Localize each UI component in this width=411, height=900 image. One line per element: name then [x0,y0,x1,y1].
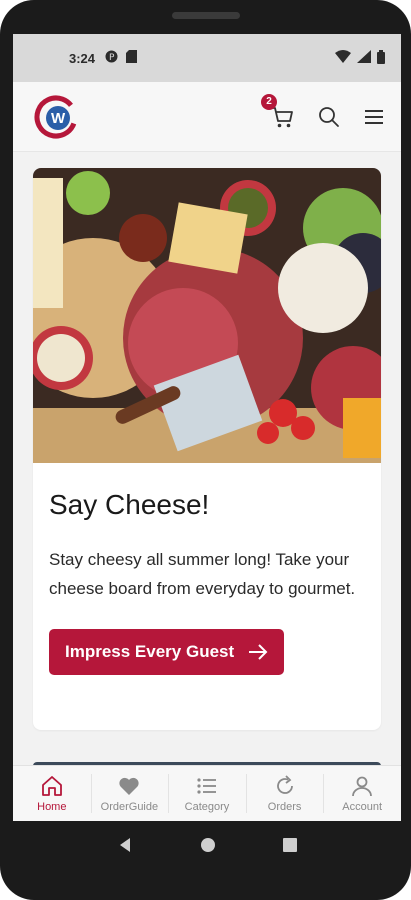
status-right-group [335,49,385,67]
screen: 3:24 P W 2 Say Cheese! Stay cheesy all s… [13,34,401,821]
promo-card-body: Say Cheese! Stay cheesy all summer long!… [33,463,381,675]
list-icon [197,778,216,794]
person-icon [352,776,373,797]
sd-card-icon [126,50,138,66]
phone-frame: 3:24 P W 2 Say Cheese! Stay cheesy all s… [0,0,411,900]
app-notification-icon: P [105,50,118,66]
app-header: W 2 [13,82,401,152]
svg-text:P: P [109,53,115,63]
recents-icon[interactable] [283,838,298,852]
header-actions: 2 [261,93,385,130]
cta-label: Impress Every Guest [65,642,235,661]
promo-description: Stay cheesy all summer long! Take your c… [49,550,356,598]
nav-orderguide-label: OrderGuide [100,801,159,813]
charcuterie-board-image [33,168,381,463]
promo-card[interactable]: Say Cheese! Stay cheesy all summer long!… [33,168,381,730]
cart-count-badge: 2 [261,93,277,110]
status-time: 3:24 [69,50,96,66]
system-navigation-bar [13,821,401,869]
nav-home[interactable]: Home [13,766,91,821]
back-icon[interactable] [117,837,133,853]
heart-icon [119,777,139,795]
nav-category-label: Category [184,801,230,813]
main-content: Say Cheese! Stay cheesy all summer long!… [13,152,401,730]
nav-category[interactable]: Category [168,766,246,821]
menu-icon[interactable] [363,106,385,128]
home-icon [41,776,62,796]
nav-orderguide[interactable]: OrderGuide [90,766,169,821]
arrow-right-icon [249,644,268,660]
home-circle-icon[interactable] [200,837,216,853]
nav-home-label: Home [37,801,67,813]
nav-orders[interactable]: Orders [245,766,324,821]
cart-button[interactable]: 2 [261,93,295,130]
phone-speaker [172,12,240,19]
brand-logo[interactable]: W [33,94,79,140]
status-bar: 3:24 P [13,34,401,82]
svg-text:W: W [51,110,66,127]
battery-icon [377,49,385,67]
refresh-icon [276,775,293,794]
nav-account[interactable]: Account [323,766,401,821]
signal-icon [357,50,371,66]
nav-orders-label: Orders [267,801,302,813]
bottom-navigation: Home OrderGuide Category Orders Account [13,765,401,821]
promo-title: Say Cheese! [49,489,210,520]
search-icon[interactable] [317,105,341,129]
nav-account-label: Account [342,801,383,813]
wifi-icon [335,50,351,66]
impress-every-guest-button[interactable]: Impress Every Guest [49,629,285,675]
